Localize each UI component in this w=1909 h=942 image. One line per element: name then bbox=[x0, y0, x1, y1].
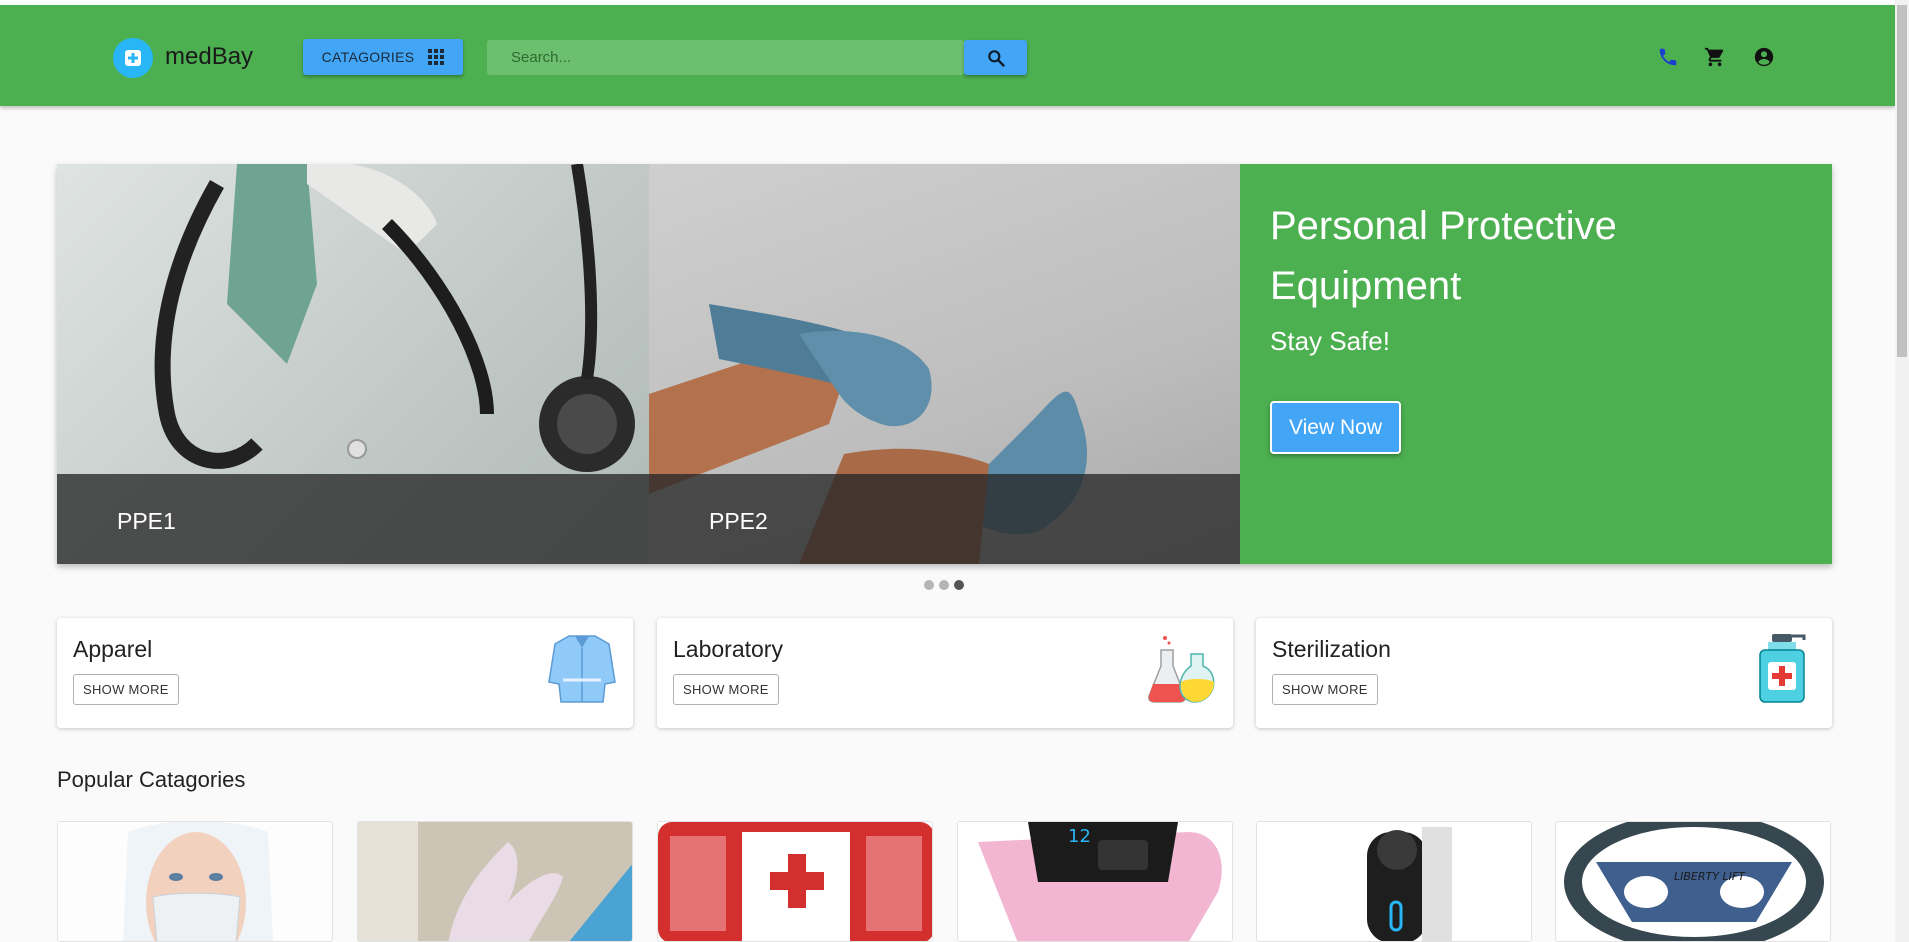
popular-item-pulse-oximeter[interactable]: 12 bbox=[957, 821, 1233, 942]
page-scrollbar[interactable] bbox=[1895, 0, 1909, 942]
account-icon bbox=[1754, 47, 1774, 67]
popular-item-nebulizer[interactable] bbox=[1256, 821, 1532, 942]
popular-categories-heading: Popular Catagories bbox=[57, 767, 246, 792]
show-more-button[interactable]: SHOW MORE bbox=[73, 674, 179, 705]
carousel-dot-2[interactable] bbox=[939, 580, 949, 590]
brand-name[interactable]: medBay bbox=[165, 43, 253, 71]
popular-item-first-aid-kit[interactable] bbox=[657, 821, 933, 942]
cart-icon bbox=[1704, 47, 1724, 67]
categories-button[interactable]: CATAGORIES bbox=[303, 39, 463, 75]
carousel-dot-1[interactable] bbox=[924, 580, 934, 590]
popular-item-face-shield[interactable] bbox=[57, 821, 333, 942]
categories-label: CATAGORIES bbox=[321, 49, 415, 65]
search-field bbox=[487, 40, 964, 75]
mobility-aid-image: LIBERTY LIFT bbox=[1556, 822, 1830, 941]
first-aid-kit-image bbox=[658, 822, 932, 941]
account-button[interactable] bbox=[1752, 45, 1776, 69]
category-card-sterilization[interactable]: Sterilization SHOW MORE bbox=[1256, 618, 1832, 728]
carousel-dot-3[interactable] bbox=[954, 580, 964, 590]
sanitizer-icon bbox=[1759, 634, 1806, 703]
slide-caption-bar: PPE1 bbox=[57, 474, 649, 564]
gown-icon bbox=[548, 635, 616, 703]
search-icon bbox=[987, 49, 1005, 67]
search-input[interactable] bbox=[487, 40, 964, 75]
pulse-oximeter-image: 12 bbox=[958, 822, 1232, 941]
grid-icon bbox=[428, 49, 445, 65]
carousel-indicators bbox=[924, 580, 964, 590]
svg-text:LIBERTY LIFT: LIBERTY LIFT bbox=[1674, 870, 1746, 883]
cart-button[interactable] bbox=[1703, 45, 1727, 69]
gloves-image bbox=[358, 822, 632, 941]
carousel-slide-ppe2[interactable]: PPE2 bbox=[649, 164, 1240, 564]
phone-button[interactable] bbox=[1656, 45, 1680, 69]
category-card-apparel[interactable]: Apparel SHOW MORE bbox=[57, 618, 633, 728]
logo[interactable] bbox=[113, 38, 153, 78]
slide-caption: PPE2 bbox=[709, 508, 768, 534]
phone-icon bbox=[1659, 48, 1677, 66]
view-now-button[interactable]: View Now bbox=[1270, 401, 1401, 454]
hero-subtitle: Stay Safe! bbox=[1270, 326, 1390, 356]
slide-caption: PPE1 bbox=[117, 508, 176, 534]
show-more-button[interactable]: SHOW MORE bbox=[1272, 674, 1378, 705]
popular-item-mobility-aid[interactable]: LIBERTY LIFT bbox=[1555, 821, 1831, 942]
slide-caption-bar: PPE2 bbox=[649, 474, 1240, 564]
app-bar: medBay CATAGORIES bbox=[0, 5, 1895, 106]
flask-icon bbox=[1148, 636, 1215, 703]
category-card-laboratory[interactable]: Laboratory SHOW MORE bbox=[657, 618, 1233, 728]
show-more-button[interactable]: SHOW MORE bbox=[673, 674, 779, 705]
hero-title: Personal Protective Equipment bbox=[1270, 204, 1617, 308]
scrollbar-thumb[interactable] bbox=[1897, 5, 1907, 357]
search-button[interactable] bbox=[964, 40, 1027, 75]
nebulizer-image bbox=[1257, 822, 1531, 941]
plus-icon bbox=[125, 50, 141, 66]
popular-item-gloves[interactable] bbox=[357, 821, 633, 942]
svg-text:12: 12 bbox=[1068, 826, 1091, 847]
carousel-slide-ppe1[interactable]: PPE1 bbox=[57, 164, 649, 564]
category-title: Apparel bbox=[73, 636, 153, 662]
face-shield-image bbox=[58, 822, 332, 941]
category-title: Sterilization bbox=[1272, 636, 1391, 662]
category-title: Laboratory bbox=[673, 636, 783, 662]
